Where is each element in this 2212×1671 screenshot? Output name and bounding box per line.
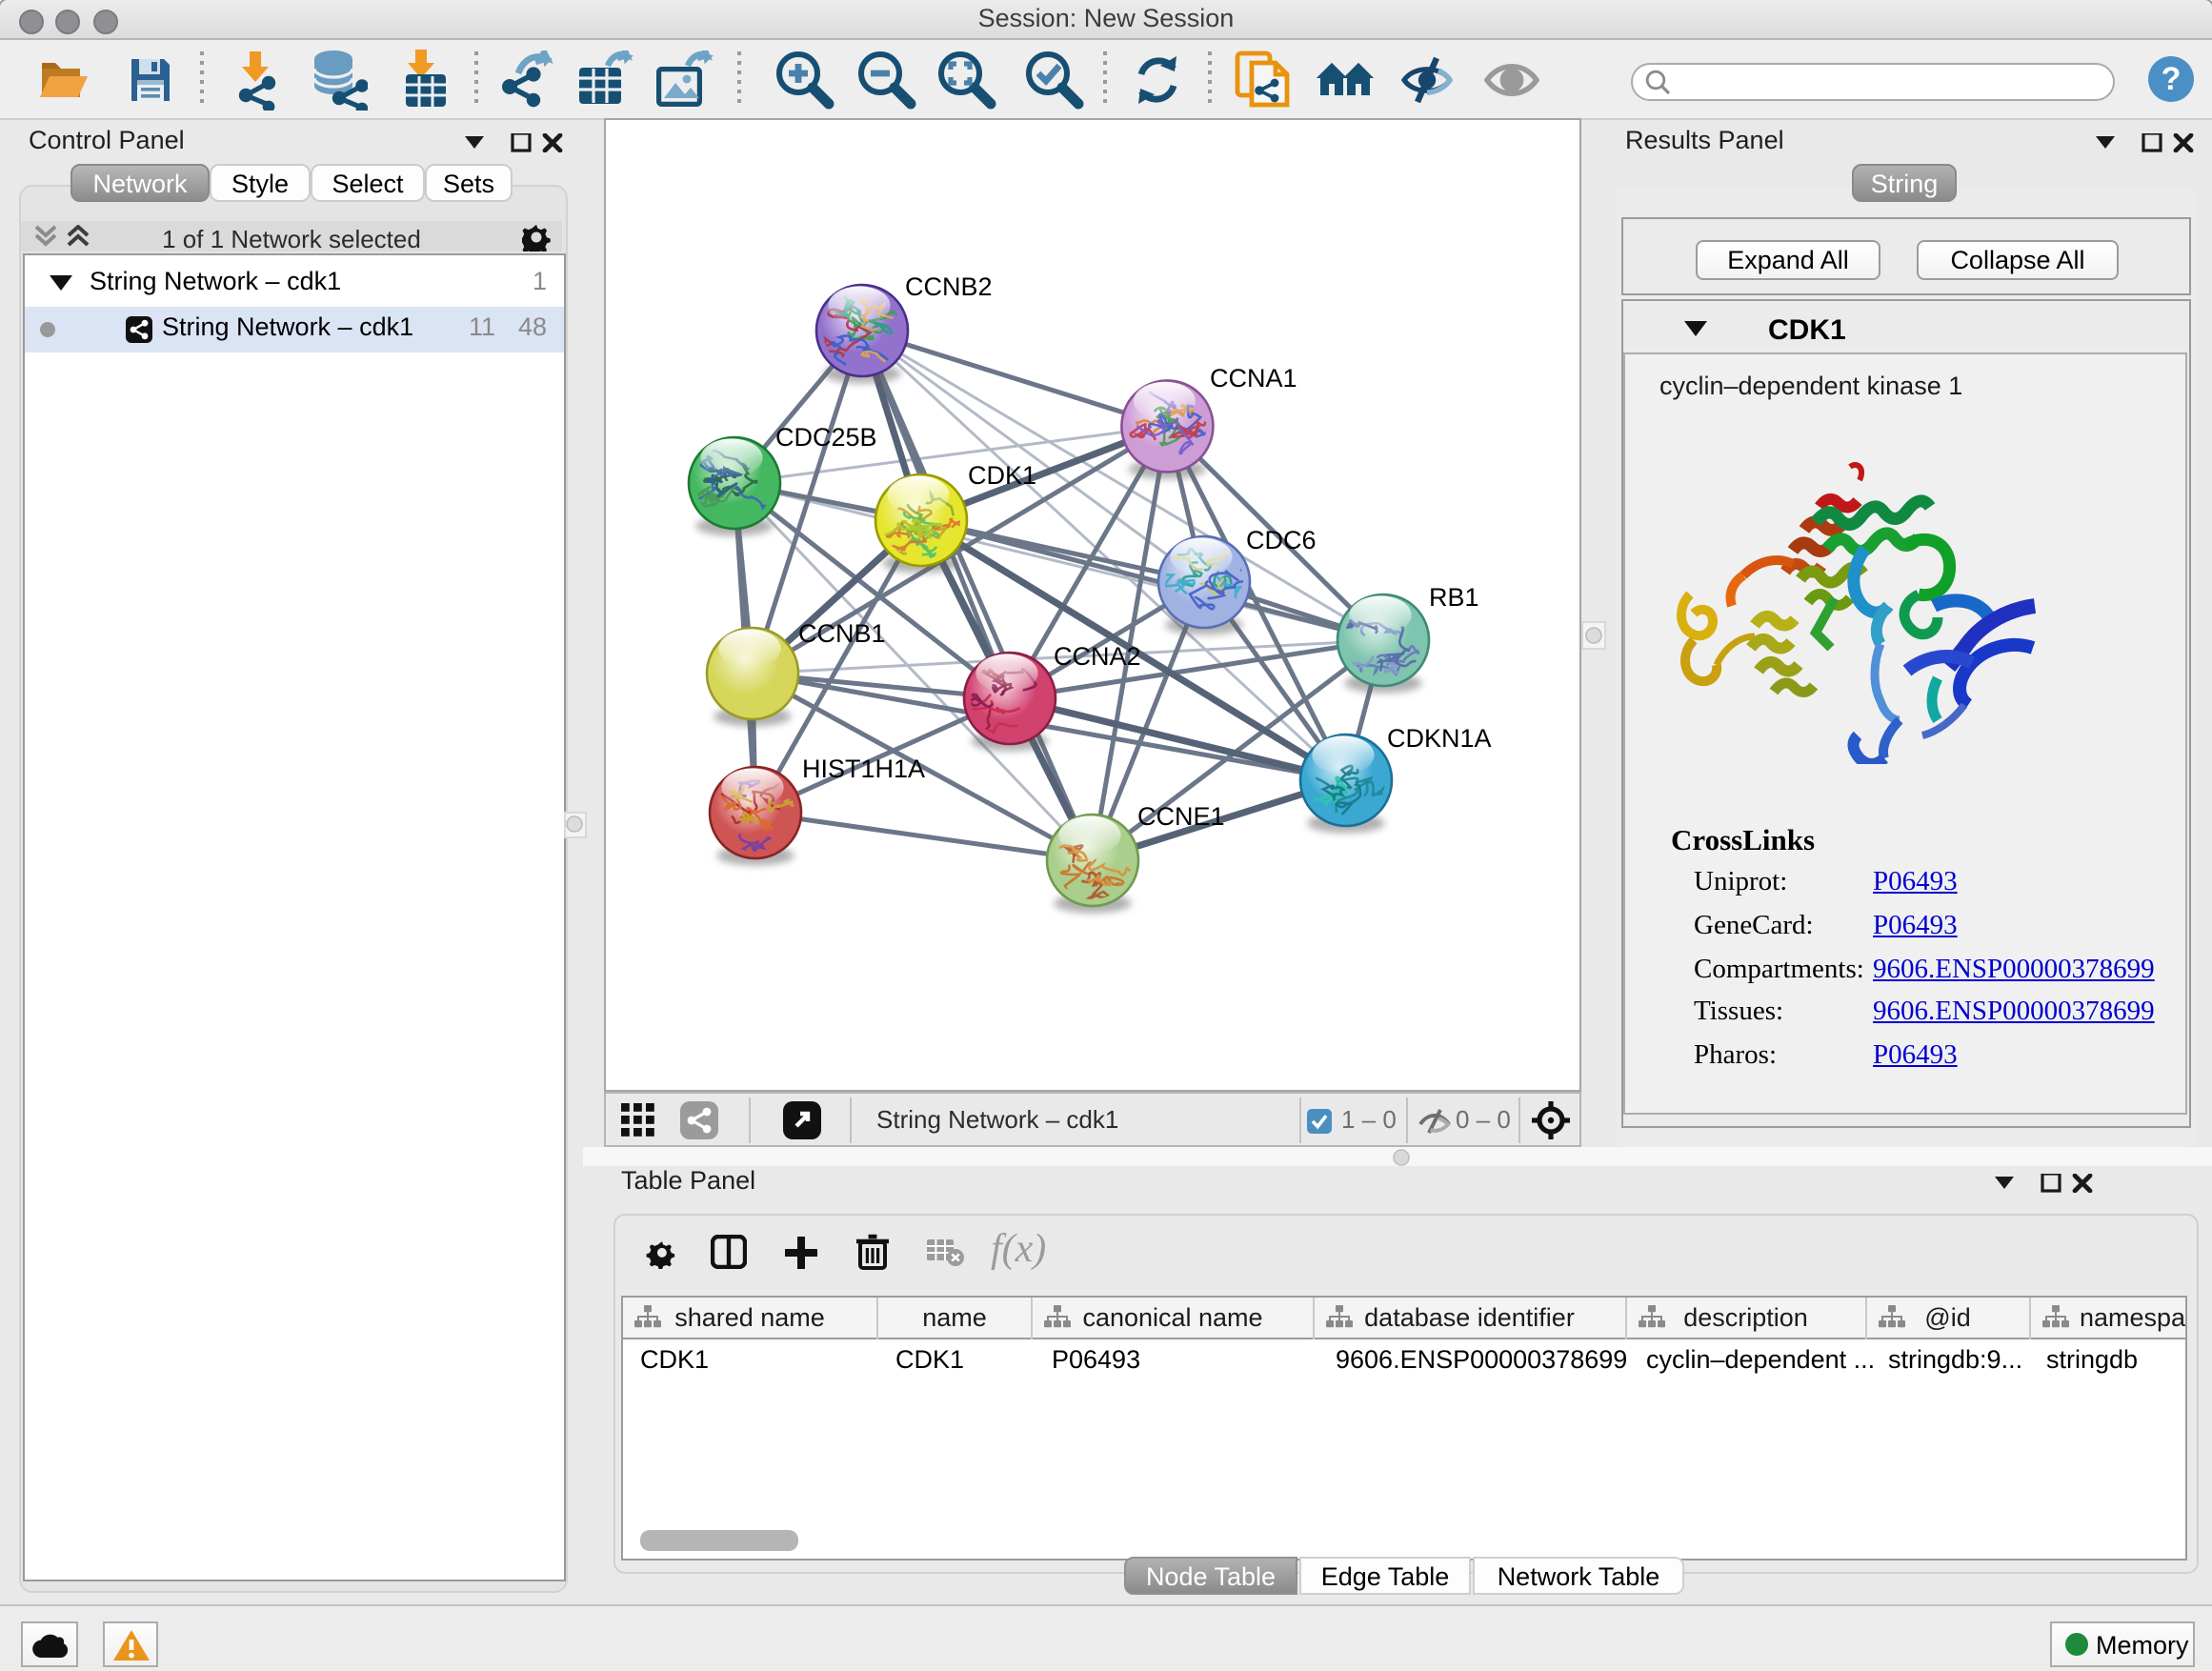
svg-text:CCNA1: CCNA1 (1210, 364, 1297, 393)
svg-text:CCNE1: CCNE1 (1137, 802, 1225, 831)
svg-text:CDC6: CDC6 (1246, 526, 1317, 554)
svg-text:CDC25B: CDC25B (775, 423, 877, 452)
svg-text:CCNA2: CCNA2 (1054, 642, 1141, 671)
svg-text:CCNB1: CCNB1 (798, 619, 886, 648)
svg-text:CDK1: CDK1 (968, 461, 1036, 490)
svg-text:?: ? (2162, 61, 2182, 97)
svg-text:RB1: RB1 (1429, 583, 1479, 612)
svg-text:CCNB2: CCNB2 (905, 272, 993, 301)
svg-text:CDKN1A: CDKN1A (1387, 724, 1492, 753)
svg-text:HIST1H1A: HIST1H1A (802, 755, 925, 783)
